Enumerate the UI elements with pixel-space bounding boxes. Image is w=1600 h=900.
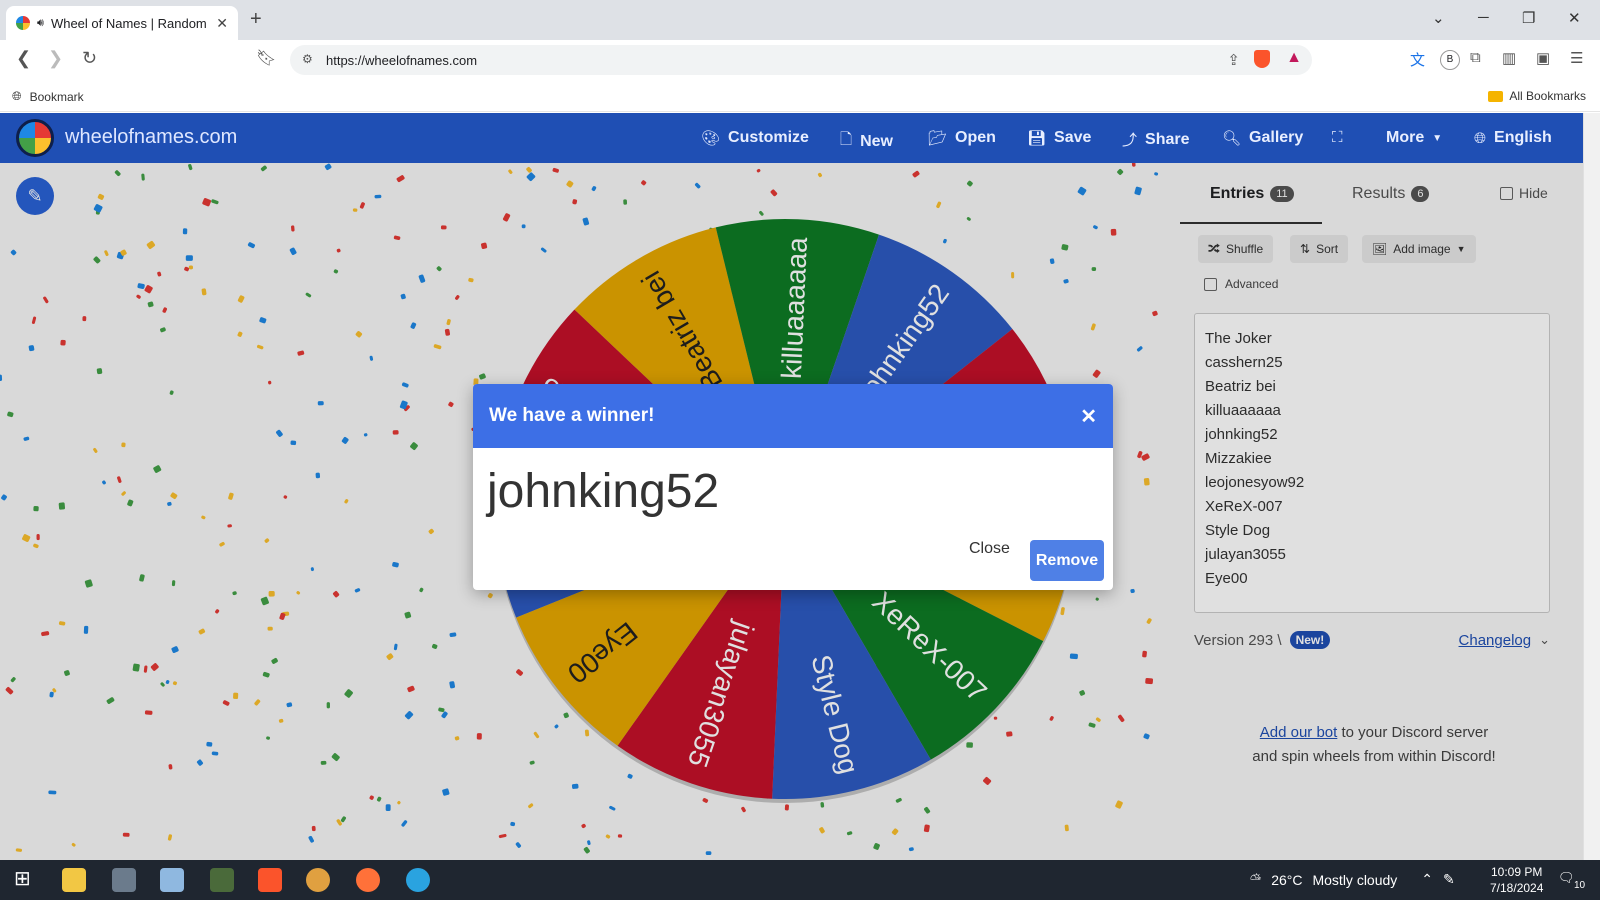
notepad-icon[interactable] xyxy=(160,868,184,892)
reload-icon[interactable]: ↻ xyxy=(82,48,97,69)
winner-dialog: We have a winner! ✕ johnking52 Close Rem… xyxy=(473,384,1113,590)
time: 10:09 PM xyxy=(1491,865,1543,879)
browser-tab[interactable]: 🔊︎ Wheel of Names | Random n ✕ xyxy=(6,6,238,40)
fullscreen-icon: ⛶ xyxy=(1332,129,1343,146)
bookmarks-bar: 🌐︎ Bookmark All Bookmarks xyxy=(0,80,1600,112)
remove-button[interactable]: Remove xyxy=(1030,540,1104,581)
palette-icon: 🎨︎ xyxy=(701,130,721,147)
dialog-title: We have a winner! xyxy=(489,405,655,426)
brave-rewards-icon[interactable]: ▲ xyxy=(1286,49,1302,67)
close-icon[interactable]: ✕ xyxy=(1080,404,1097,429)
folder-icon xyxy=(1488,90,1504,102)
browser-tab-bar: 🔊︎ Wheel of Names | Random n ✕ + ⌄ ─ ❐ ✕ xyxy=(0,0,1600,40)
bookmark-label: Bookmark xyxy=(29,89,84,104)
open-button[interactable]: 📂︎ Open xyxy=(928,129,996,147)
calculator-icon[interactable] xyxy=(112,868,136,892)
customize-button[interactable]: 🎨︎ Customize xyxy=(701,129,809,147)
close-window-icon[interactable]: ✕ xyxy=(1568,9,1581,27)
brave-shields-icon[interactable] xyxy=(1254,50,1270,68)
share-label: Share xyxy=(1145,130,1190,148)
language-button[interactable]: 🌐︎ English xyxy=(1474,129,1552,147)
globe-icon: 🌐︎ xyxy=(1474,129,1487,147)
file-explorer-icon[interactable] xyxy=(62,868,86,892)
all-bookmarks-label: All Bookmarks xyxy=(1509,89,1586,103)
close-tab-icon[interactable]: ✕ xyxy=(216,15,228,32)
new-tab-icon[interactable]: + xyxy=(250,8,262,31)
telegram-icon[interactable] xyxy=(406,868,430,892)
tab-search-icon[interactable]: ⌄ xyxy=(1432,9,1445,27)
extensions-icon[interactable]: ⧉ xyxy=(1470,49,1481,66)
share-button[interactable]: ⤴︎ Share xyxy=(1122,129,1189,150)
profile-avatar[interactable]: B xyxy=(1440,50,1460,70)
more-button[interactable]: More ▼ xyxy=(1386,129,1442,147)
sidebar-toggle-icon[interactable]: ▥ xyxy=(1502,49,1516,67)
close-button[interactable]: Close xyxy=(969,540,1010,558)
folder-open-icon: 📂︎ xyxy=(928,130,948,147)
search-icon: 🔍︎ xyxy=(1222,130,1242,147)
save-icon: 💾︎ xyxy=(1027,130,1047,147)
save-label: Save xyxy=(1054,129,1092,146)
date: 7/18/2024 xyxy=(1490,881,1544,895)
save-button[interactable]: 💾︎ Save xyxy=(1027,129,1091,147)
globe-icon: 🌐︎ xyxy=(12,89,22,103)
all-bookmarks[interactable]: All Bookmarks xyxy=(1488,89,1586,103)
winner-name: johnking52 xyxy=(487,465,720,518)
site-favicon-icon xyxy=(16,16,30,30)
back-icon[interactable]: ❮ xyxy=(16,48,31,69)
minimize-icon[interactable]: ─ xyxy=(1478,9,1489,26)
more-label: More xyxy=(1386,129,1425,146)
fullscreen-button[interactable]: ⛶ xyxy=(1332,129,1343,146)
brave-browser-icon[interactable] xyxy=(258,868,282,892)
app-icon[interactable] xyxy=(210,868,234,892)
language-label: English xyxy=(1494,129,1552,146)
dialog-header: We have a winner! ✕ xyxy=(473,384,1113,448)
address-bar-row: ❮ ❯ ↻ 🔖︎ ⚙︎ https://wheelofnames.com ⇪ ▲… xyxy=(0,40,1600,80)
app-header: wheelofnames.com 🎨︎ Customize 🗋 New 📂︎ O… xyxy=(0,113,1583,163)
gallery-label: Gallery xyxy=(1249,129,1304,146)
browser-menu-icon[interactable]: ☰ xyxy=(1570,49,1583,67)
wallet-icon[interactable]: ▣ xyxy=(1536,49,1550,67)
url-field[interactable]: ⚙︎ https://wheelofnames.com ⇪ ▲ xyxy=(290,45,1312,75)
file-icon: 🗋 xyxy=(840,131,853,148)
forward-icon[interactable]: ❯ xyxy=(48,48,63,69)
site-info-icon[interactable]: ⚙︎ xyxy=(302,52,313,66)
bookmark-item[interactable]: 🌐︎ Bookmark xyxy=(12,89,84,104)
temperature: 26°C xyxy=(1271,871,1303,888)
windows-taskbar: ⊞ ⛅︎ 26°C Mostly cloudy ⌃ ✎ 10:09 PM 7/1… xyxy=(0,860,1600,900)
caret-down-icon: ▼ xyxy=(1432,132,1443,144)
wheel-logo-icon[interactable] xyxy=(16,119,54,157)
windows-start-icon[interactable]: ⊞ xyxy=(14,866,38,890)
app-icon[interactable] xyxy=(306,868,330,892)
site-name[interactable]: wheelofnames.com xyxy=(65,126,237,149)
restore-icon[interactable]: ❐ xyxy=(1522,9,1535,27)
system-clock[interactable]: 10:09 PM 7/18/2024 xyxy=(1490,864,1543,896)
pen-icon[interactable]: ✎ xyxy=(1443,871,1455,888)
customize-label: Customize xyxy=(728,129,809,146)
gallery-button[interactable]: 🔍︎ Gallery xyxy=(1222,129,1303,147)
translate-icon[interactable]: 文 xyxy=(1410,49,1425,70)
chevron-up-icon[interactable]: ⌃ xyxy=(1421,871,1433,888)
new-label: New xyxy=(860,132,893,150)
page-scrollbar[interactable] xyxy=(1583,113,1600,860)
notification-icon[interactable]: 🗨︎ xyxy=(1558,870,1575,886)
weather-widget[interactable]: ⛅︎ 26°C Mostly cloudy ⌃ ✎ xyxy=(1250,871,1455,888)
new-button[interactable]: 🗋 New xyxy=(840,129,893,154)
cloud-icon: ⛅︎ xyxy=(1250,871,1262,887)
tab-title: Wheel of Names | Random n xyxy=(50,15,210,31)
url-text: https://wheelofnames.com xyxy=(326,52,478,68)
weather-text: Mostly cloudy xyxy=(1312,871,1398,888)
open-label: Open xyxy=(955,129,996,146)
bookmark-page-icon[interactable]: 🔖︎ xyxy=(256,48,276,68)
firefox-icon[interactable] xyxy=(356,868,380,892)
speaker-icon[interactable]: 🔊︎ xyxy=(37,17,44,30)
share-icon: ⤴︎ xyxy=(1122,132,1138,149)
share-page-icon[interactable]: ⇪ xyxy=(1227,51,1240,69)
notification-count: 10 xyxy=(1574,880,1586,891)
